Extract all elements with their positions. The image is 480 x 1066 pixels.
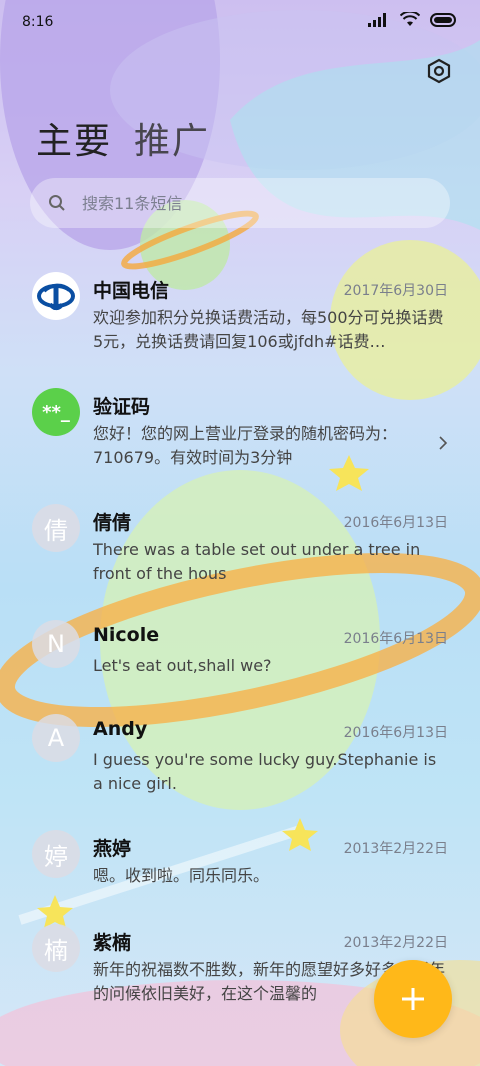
settings-button[interactable] [426,58,452,84]
message-date: 2013年2月22日 [343,935,448,951]
message-preview: Let's eat out,shall we? [93,656,272,675]
tab-bar: 主要 推广 [36,112,210,164]
avatar: **_ [32,388,80,436]
plus-icon [402,988,424,1010]
conversation-row[interactable]: **_ 验证码 您好！您的网上营业厅登录的随机密码为：710679。有效时间为3… [0,380,480,496]
tab-promotions[interactable]: 推广 [134,112,210,164]
message-preview: I guess you're some lucky guy.Stephanie … [93,750,437,793]
message-date: 2016年6月13日 [343,515,448,531]
message-preview: There was a table set out under a tree i… [93,540,421,583]
contact-name: 倩倩 [93,512,132,534]
signal-icon [368,12,386,27]
contact-name: 燕婷 [93,838,132,860]
contact-name: Andy [93,718,148,740]
contact-name: 紫楠 [93,932,132,954]
message-date: 2016年6月13日 [343,725,448,741]
chevron-right-icon[interactable] [438,436,448,450]
status-time: 8:16 [22,14,54,30]
conversation-row[interactable]: 中国电信 2017年6月30日 欢迎参加积分兑换话费活动，每500分可兑换话费5… [0,264,480,380]
conversation-row[interactable]: 婷 燕婷 2013年2月22日 嗯。收到啦。同乐同乐。 [0,822,480,916]
avatar: 楠 [32,924,80,972]
battery-icon [430,12,456,27]
conversation-row[interactable]: 倩 倩倩 2016年6月13日 There was a table set ou… [0,496,480,612]
avatar: 婷 [32,830,80,878]
avatar: N [32,620,80,668]
avatar-initial: 婷 [44,842,68,871]
message-date: 2017年6月30日 [343,283,448,299]
compose-button[interactable] [374,960,452,1038]
status-icons [368,12,458,27]
conversation-row[interactable]: A Andy 2016年6月13日 I guess you're some lu… [0,706,480,822]
message-date: 2013年2月22日 [343,841,448,857]
conversation-list: 中国电信 2017年6月30日 欢迎参加积分兑换话费活动，每500分可兑换话费5… [0,264,480,1032]
wifi-icon [400,12,420,26]
avatar [32,272,80,320]
message-date: 2016年6月13日 [343,631,448,647]
avatar-initial: A [47,724,65,752]
contact-name: 验证码 [93,396,151,418]
contact-name: Nicole [93,624,160,646]
avatar-initial: 倩 [44,516,68,545]
avatar-initial: N [47,630,65,658]
avatar: A [32,714,80,762]
message-preview: 欢迎参加积分兑换话费活动，每500分可兑换话费5元，兑换话费请回复106或jfd… [93,308,444,351]
contact-name: 中国电信 [93,280,170,302]
tab-main[interactable]: 主要 [36,112,112,164]
avatar-initial: 楠 [44,936,68,965]
china-telecom-logo-icon [37,283,75,311]
status-bar: 8:16 [0,0,480,44]
message-preview: 您好！您的网上营业厅登录的随机密码为：710679。有效时间为3分钟 [93,424,398,467]
avatar-initial: **_ [42,401,70,423]
search-input[interactable] [80,192,414,214]
avatar: 倩 [32,504,80,552]
conversation-row[interactable]: N Nicole 2016年6月13日 Let's eat out,shall … [0,612,480,706]
settings-icon [427,58,451,84]
search-icon [49,195,65,211]
search-bar[interactable] [30,178,450,228]
message-preview: 嗯。收到啦。同乐同乐。 [93,866,270,885]
